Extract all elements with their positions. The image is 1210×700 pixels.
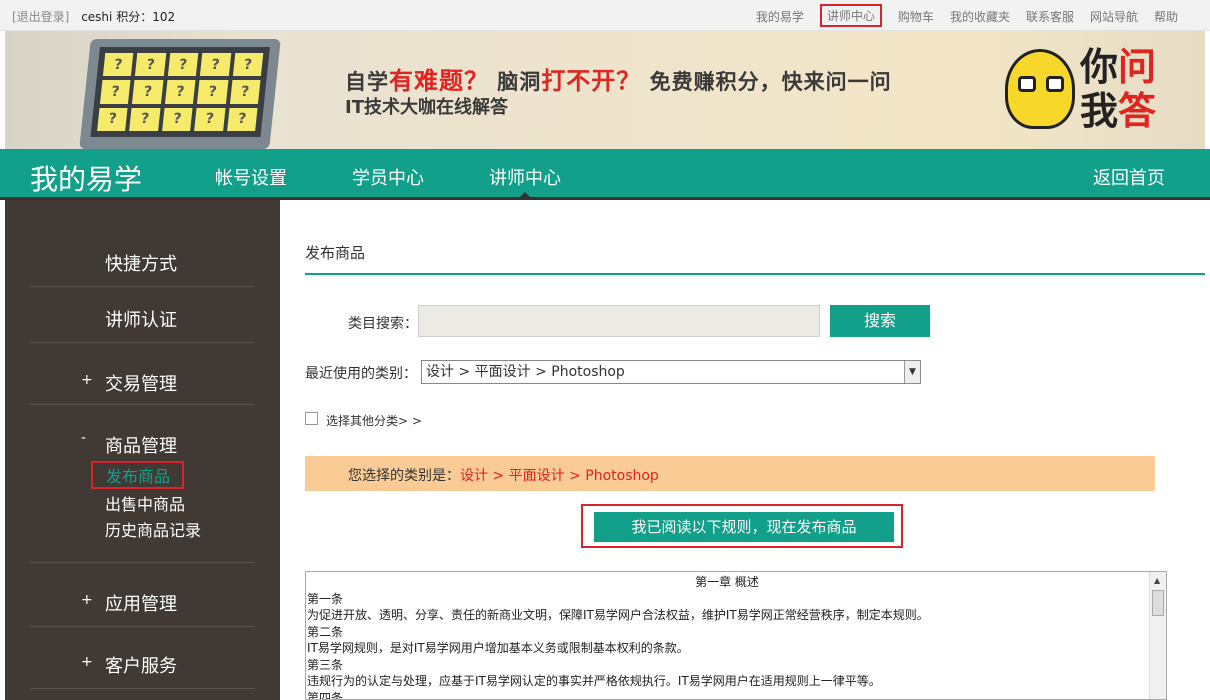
sidebar-divider: [30, 626, 255, 627]
rules-chapter-title: 第一章 概述: [695, 575, 759, 589]
top-link-contact[interactable]: 联系客服: [1026, 8, 1074, 27]
main-nav: 我的易学 帐号设置 学员中心 讲师中心 返回首页: [0, 149, 1210, 200]
other-category-label[interactable]: 选择其他分类> >: [326, 412, 422, 429]
active-tab-arrow-icon: [517, 192, 533, 200]
sticky-notes-illustration: ????? ????? ?????: [90, 47, 270, 137]
sidebar-item-label: 商品管理: [105, 436, 177, 457]
sidebar-item-label: 讲师认证: [105, 310, 177, 331]
banner: ????? ????? ????? 自学有难题？ 脑洞打不开？ 免费赚积分，快来…: [5, 31, 1205, 149]
top-link-help[interactable]: 帮助: [1154, 8, 1178, 27]
selected-category-value: 设计 > 平面设计 > Photoshop: [460, 468, 659, 484]
main-content: 发布商品 类目搜索： 搜索 最近使用的类别： 设计 > 平面设计 > Photo…: [305, 200, 1205, 700]
sidebar-item-label: 交易管理: [105, 374, 177, 395]
nav-student-center[interactable]: 学员中心: [352, 164, 424, 190]
sidebar-subitem-history[interactable]: 历史商品记录: [105, 517, 201, 541]
nav-teacher-center[interactable]: 讲师中心: [489, 164, 561, 190]
rules-content: 第一章 概述 第一条 为促进开放、透明、分享、责任的新商业文明，保障IT易学网户…: [307, 574, 1147, 700]
selected-category-label: 您选择的类别是：: [348, 468, 460, 484]
rules-line: IT易学网规则，是对IT易学网用户增加基本义务或限制基本权利的条款。: [307, 641, 689, 655]
scroll-thumb[interactable]: [1152, 590, 1164, 616]
sidebar: 快捷方式 讲师认证 + 交易管理 - 商品管理 发布商品 出售中商品 历史商品记…: [5, 200, 280, 700]
top-link-cart[interactable]: 购物车: [898, 8, 934, 27]
sidebar-item-label: 客户服务: [105, 656, 177, 677]
top-link-my-yixue[interactable]: 我的易学: [756, 8, 804, 27]
collapse-minus-icon: -: [81, 430, 87, 446]
expand-plus-icon: +: [81, 592, 93, 608]
laptop-illustration: ????? ????? ?????: [79, 39, 281, 149]
sidebar-divider: [30, 562, 255, 563]
lightbulb-icon: [1005, 49, 1075, 129]
sidebar-divider: [30, 286, 255, 287]
logout-link[interactable]: [退出登录]: [12, 10, 69, 24]
top-link-favorites[interactable]: 我的收藏夹: [950, 8, 1010, 27]
recent-category-select[interactable]: 设计 > 平面设计 > Photoshop ▼: [421, 360, 921, 384]
sidebar-subitem-on-sale[interactable]: 出售中商品: [105, 491, 185, 515]
recent-category-label: 最近使用的类别：: [305, 366, 417, 382]
sidebar-divider: [30, 404, 255, 405]
page-title: 发布商品: [305, 244, 366, 262]
rules-line: 第二条: [307, 624, 344, 639]
expand-plus-icon: +: [81, 654, 93, 670]
banner-slogan-line2: IT技术大咖在线解答: [345, 97, 508, 118]
search-button[interactable]: 搜索: [830, 305, 930, 337]
user-points: ceshi 积分：102: [81, 10, 176, 24]
category-search-input[interactable]: [418, 305, 820, 337]
confirm-highlight: 我已阅读以下规则，现在发布商品: [581, 504, 903, 548]
sidebar-divider: [30, 688, 255, 689]
user-info: [退出登录] ceshi 积分：102: [12, 8, 175, 25]
rules-textarea[interactable]: 第一章 概述 第一条 为促进开放、透明、分享、责任的新商业文明，保障IT易学网户…: [305, 571, 1167, 700]
rules-line: 违规行为的认定与处理，应基于IT易学网认定的事实并严格依规执行。IT易学网用户在…: [307, 674, 881, 688]
top-links: 我的易学 讲师中心 购物车 我的收藏夹 联系客服 网站导航 帮助: [740, 4, 1178, 27]
sidebar-divider: [30, 342, 255, 343]
sidebar-item-label: 快捷方式: [105, 254, 177, 275]
nav-account-settings[interactable]: 帐号设置: [215, 164, 287, 190]
top-link-sitemap[interactable]: 网站导航: [1090, 8, 1138, 27]
category-search-label: 类目搜索：: [348, 316, 418, 332]
selected-category-bar: 您选择的类别是： 设计 > 平面设计 > Photoshop: [305, 456, 1155, 491]
other-category-checkbox[interactable]: [305, 412, 318, 425]
banner-slogan-line1: 自学有难题？ 脑洞打不开？ 免费赚积分，快来问一问: [345, 67, 892, 95]
nav-back-home[interactable]: 返回首页: [1093, 164, 1165, 190]
banner-logo-text: 你问 我答: [1080, 45, 1157, 133]
rules-line: 第四条: [307, 690, 344, 700]
sidebar-subitem-publish-product[interactable]: 发布商品: [91, 461, 185, 489]
rules-scrollbar[interactable]: ▲: [1149, 572, 1166, 699]
sidebar-item-label: 应用管理: [105, 594, 177, 615]
top-bar: [退出登录] ceshi 积分：102 我的易学 讲师中心 购物车 我的收藏夹 …: [0, 0, 1210, 31]
rules-line: 为促进开放、透明、分享、责任的新商业文明，保障IT易学网户合法权益，维护IT易学…: [307, 608, 929, 622]
scroll-up-icon[interactable]: ▲: [1154, 576, 1160, 585]
rules-line: 第三条: [307, 657, 344, 672]
rules-line: 第一条: [307, 591, 344, 606]
site-brand[interactable]: 我的易学: [30, 158, 142, 198]
chevron-down-icon[interactable]: ▼: [904, 361, 920, 383]
recent-category-value: 设计 > 平面设计 > Photoshop: [426, 364, 625, 380]
title-underline: [305, 273, 1205, 275]
confirm-publish-button[interactable]: 我已阅读以下规则，现在发布商品: [594, 512, 894, 542]
top-link-teacher-center[interactable]: 讲师中心: [819, 4, 882, 27]
expand-plus-icon: +: [81, 372, 93, 388]
